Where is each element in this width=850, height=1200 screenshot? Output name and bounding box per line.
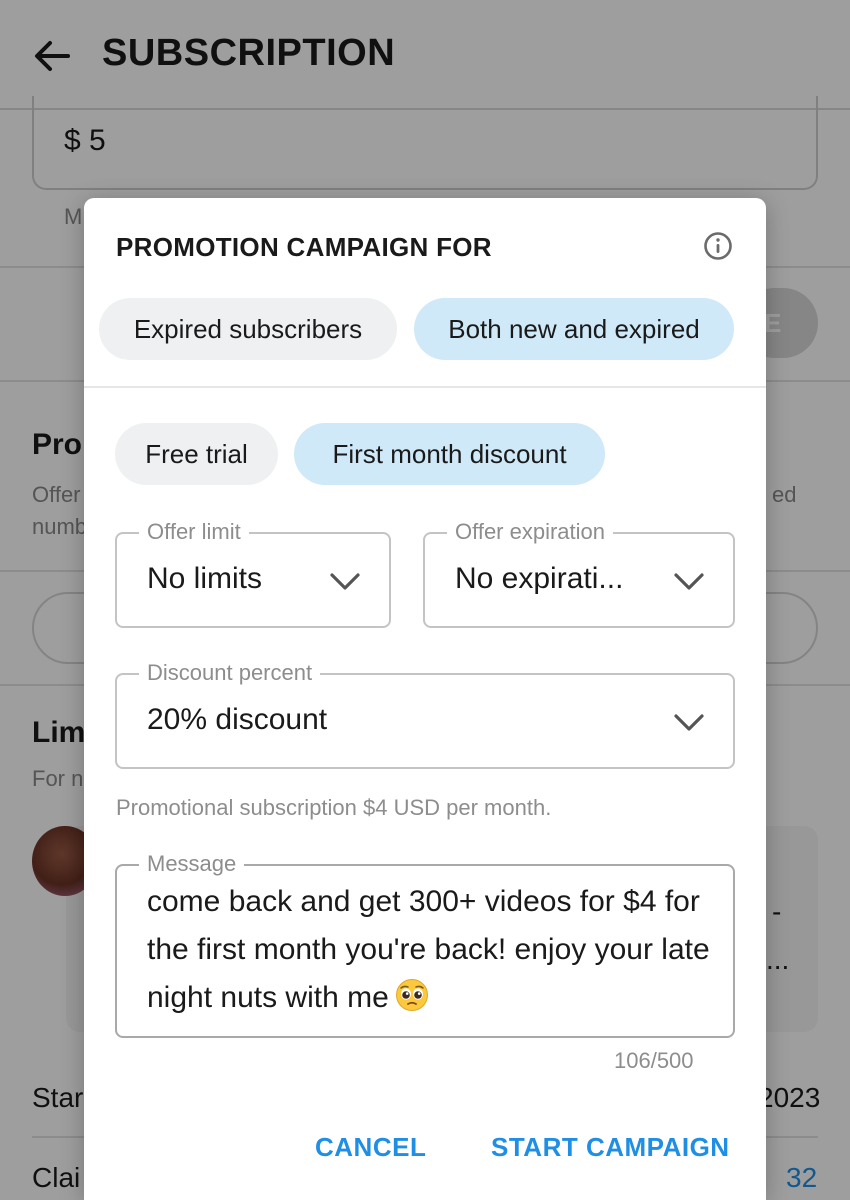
info-icon[interactable] (703, 231, 733, 261)
start-campaign-button[interactable]: START CAMPAIGN (491, 1132, 730, 1163)
cancel-button[interactable]: CANCEL (315, 1132, 426, 1163)
chevron-down-icon (330, 573, 360, 590)
chip-both-new-and-expired[interactable]: Both new and expired (414, 298, 734, 360)
offer-expiration-select[interactable]: Offer expiration No expirati... (423, 518, 735, 628)
chevron-down-icon (674, 714, 704, 731)
discount-percent-select[interactable]: Discount percent 20% discount (115, 659, 735, 769)
offer-limit-label: Offer limit (139, 518, 249, 546)
character-counter: 106/500 (614, 1048, 694, 1073)
chip-free-trial[interactable]: Free trial (115, 423, 278, 485)
chevron-down-icon (674, 573, 704, 590)
message-textarea[interactable]: Message come back and get 300+ videos fo… (115, 850, 735, 1038)
offer-expiration-label: Offer expiration (447, 518, 614, 546)
offer-limit-select[interactable]: Offer limit No limits (115, 518, 391, 628)
promotion-campaign-dialog: PROMOTION CAMPAIGN FOR Expired subscribe… (84, 198, 766, 1200)
discount-percent-label: Discount percent (139, 659, 321, 687)
divider (84, 386, 766, 388)
dialog-title: PROMOTION CAMPAIGN FOR (116, 232, 492, 262)
discount-percent-value: 20% discount (147, 703, 328, 736)
promotional-price-helper: Promotional subscription $4 USD per mont… (116, 795, 552, 820)
message-label: Message (139, 850, 245, 878)
chip-expired-subscribers[interactable]: Expired subscribers (99, 298, 397, 360)
pleading-face-emoji-icon (395, 979, 428, 1011)
offer-limit-value: No limits (147, 562, 263, 595)
offer-expiration-value: No expirati... (455, 562, 624, 595)
chip-first-month-discount[interactable]: First month discount (294, 423, 605, 485)
